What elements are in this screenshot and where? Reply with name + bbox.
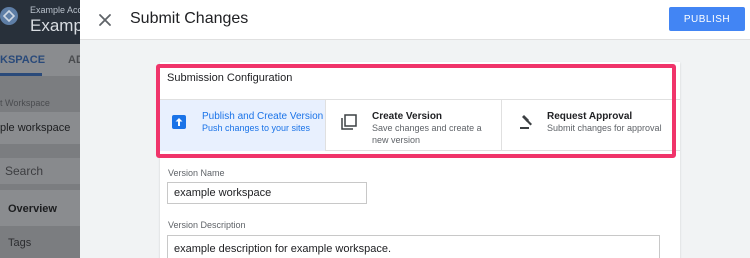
submission-options: Publish and Create Version Push changes …	[160, 99, 680, 151]
option-description: Save changes and create a new version	[372, 123, 482, 145]
gavel-icon	[518, 113, 536, 131]
sidebar-item-tags[interactable]: Tags	[8, 237, 31, 249]
container-name: Exampl	[30, 16, 80, 35]
sidebar-item-overview[interactable]: Overview	[0, 190, 80, 226]
current-workspace-selector[interactable]: ple workspace	[0, 112, 80, 144]
tab-workspace[interactable]: KSPACE	[0, 54, 45, 66]
account-name: Example Acc	[30, 5, 80, 15]
version-description-label: Version Description	[168, 220, 246, 230]
copy-icon	[340, 113, 358, 131]
search-input[interactable]: Search	[0, 158, 80, 184]
search-placeholder: Search	[5, 164, 44, 178]
tab-admin[interactable]: AD	[68, 54, 80, 66]
submission-configuration-title: Submission Configuration	[167, 72, 293, 84]
current-workspace-label: t Workspace	[0, 98, 50, 108]
option-request-approval[interactable]: Request Approval Submit changes for appr…	[502, 100, 680, 151]
publish-icon	[170, 113, 188, 131]
current-workspace-value: ple workspace	[0, 122, 71, 134]
active-tab-indicator	[0, 73, 42, 76]
workspace-tabs: KSPACE AD	[0, 44, 80, 76]
sheet-header: Submit Changes PUBLISH	[80, 0, 750, 40]
option-publish-and-create-version[interactable]: Publish and Create Version Push changes …	[160, 100, 325, 151]
option-title: Create Version	[372, 111, 443, 122]
page-title: Submit Changes	[130, 10, 249, 27]
option-title: Publish and Create Version	[202, 111, 324, 122]
option-description: Submit changes for approval	[547, 123, 662, 133]
option-create-version[interactable]: Create Version Save changes and create a…	[326, 100, 501, 151]
submission-card: Submission Configuration Publish and Cre…	[160, 62, 680, 258]
tag-manager-logo-icon	[0, 7, 18, 25]
version-name-field[interactable]: example workspace	[167, 182, 367, 204]
background-app: Example Acc Exampl KSPACE AD t Workspace…	[0, 0, 80, 258]
option-title: Request Approval	[547, 111, 633, 122]
submit-changes-sheet: Submit Changes PUBLISH Submission Config…	[80, 0, 750, 258]
sidebar-item-label: Overview	[8, 203, 57, 215]
version-name-label: Version Name	[168, 168, 225, 178]
app-bar: Example Acc Exampl	[0, 0, 80, 44]
publish-button[interactable]: PUBLISH	[669, 7, 745, 31]
version-description-field[interactable]: example description for example workspac…	[167, 235, 660, 258]
option-description: Push changes to your sites	[202, 123, 311, 133]
close-icon[interactable]	[96, 11, 114, 29]
